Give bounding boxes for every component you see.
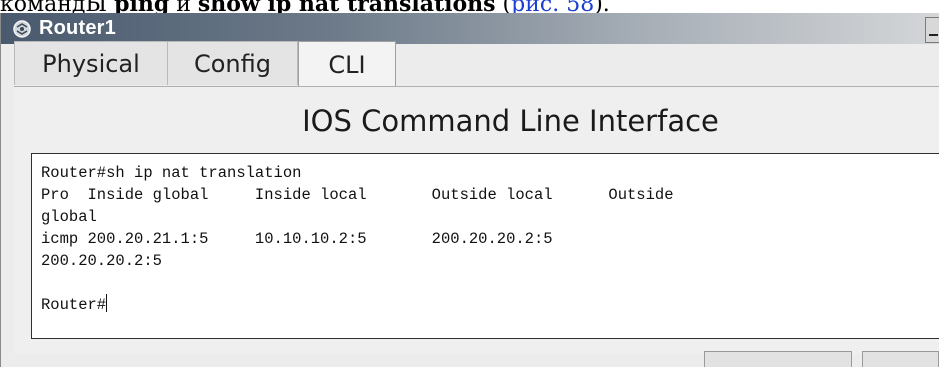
terminal-line: Router#sh ip nat translation [41, 164, 302, 182]
terminal-line: global [41, 208, 97, 226]
terminal-line: 200.20.20.2:5 [41, 252, 162, 270]
minimize-button[interactable] [925, 17, 939, 43]
cli-terminal[interactable]: Router#sh ip nat translation Pro Inside … [31, 153, 939, 339]
bottom-button-left[interactable] [704, 351, 852, 367]
terminal-line: icmp 200.20.21.1:5 10.10.10.2:5 200.20.2… [41, 230, 553, 248]
caption-command-ping: ping [114, 0, 170, 13]
caption-paren-close: ). [594, 0, 610, 13]
router-icon [13, 19, 31, 38]
caption-prefix: командЫ [0, 0, 115, 13]
caption-command-show: show ip nat translations [197, 0, 496, 13]
cli-heading: IOS Command Line Interface [302, 104, 719, 138]
tab-config[interactable]: Config [168, 41, 298, 85]
text-cursor [106, 294, 108, 312]
tab-cli[interactable]: CLI [298, 41, 396, 87]
terminal-line: Pro Inside global Inside local Outside l… [41, 186, 674, 204]
caption-mid: и [169, 0, 198, 13]
bottom-button-right[interactable] [862, 351, 939, 367]
terminal-output[interactable]: Router#sh ip nat translation Pro Inside … [41, 162, 674, 316]
document-caption: командЫ ping и show ip nat translations … [0, 0, 939, 13]
figure-link[interactable]: рис. 58 [511, 0, 594, 13]
tab-physical[interactable]: Physical [14, 41, 168, 85]
window-title: Router1 [39, 17, 116, 39]
tab-bar: Physical Config CLI [14, 41, 396, 87]
caption-paren-open: ( [495, 0, 512, 13]
terminal-prompt: Router# [41, 296, 107, 314]
window-titlebar[interactable]: Router1 [1, 13, 939, 44]
